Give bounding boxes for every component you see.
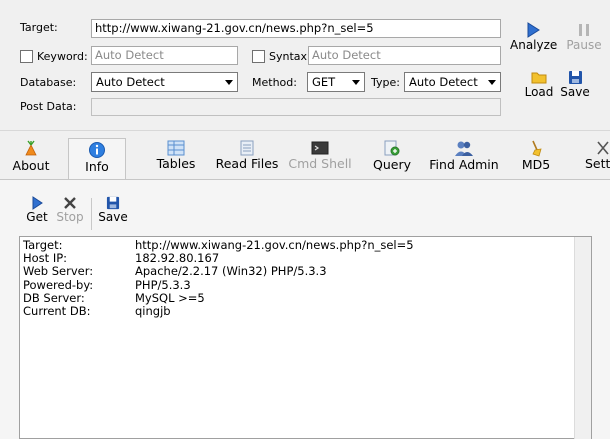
- carrot-icon: [25, 140, 37, 156]
- tab-label: Info: [85, 159, 109, 174]
- info-row: Powered-by: PHP/5.3.3: [23, 277, 588, 292]
- analyze-button[interactable]: Analyze: [510, 22, 558, 52]
- floppy-icon: [106, 196, 120, 210]
- query-icon: [384, 140, 400, 156]
- info-row: Current DB: qingjb: [23, 304, 588, 319]
- info-icon: [89, 142, 105, 158]
- terminal-icon: [311, 141, 329, 155]
- files-icon: [240, 140, 254, 156]
- target-input[interactable]: http://www.xiwang-21.gov.cn/news.php?n_s…: [91, 19, 501, 38]
- info-key: Powered-by:: [23, 277, 94, 292]
- stop-icon: [64, 197, 76, 209]
- tab-cmd-shell[interactable]: Cmd Shell: [288, 140, 352, 178]
- pause-button[interactable]: Pause: [563, 22, 605, 52]
- info-value: Apache/2.2.17 (Win32) PHP/5.3.3: [135, 264, 327, 279]
- method-select-value: GET: [312, 75, 336, 89]
- get-button[interactable]: Get: [22, 196, 52, 224]
- tab-find-admin[interactable]: Find Admin: [428, 140, 500, 178]
- info-value: PHP/5.3.3: [135, 277, 191, 292]
- floppy-icon: [568, 71, 582, 84]
- info-key: Web Server:: [23, 264, 94, 279]
- tab-read-files[interactable]: Read Files: [212, 140, 282, 178]
- stop-button[interactable]: Stop: [54, 196, 86, 224]
- stop-button-label: Stop: [56, 210, 84, 224]
- tab-label: Query: [373, 157, 411, 172]
- database-label: Database:: [20, 76, 77, 89]
- save-top-button[interactable]: Save: [558, 70, 592, 99]
- tab-label: Read Files: [215, 156, 279, 171]
- folder-icon: [531, 72, 547, 84]
- info-key: Current DB:: [23, 304, 91, 319]
- target-label: Target:: [20, 21, 58, 34]
- play-icon: [32, 196, 43, 210]
- info-row: DB Server: MySQL >=5: [23, 291, 588, 305]
- toolbar-divider: [91, 198, 92, 230]
- get-button-label: Get: [26, 210, 48, 224]
- info-row: Target: http://www.xiwang-21.gov.cn/news…: [23, 238, 588, 252]
- chevron-down-icon: [488, 80, 496, 85]
- pause-button-label: Pause: [566, 38, 602, 52]
- database-select[interactable]: Auto Detect: [91, 72, 238, 92]
- tab-label: Cmd Shell: [288, 156, 352, 171]
- save-info-button-label: Save: [98, 210, 128, 224]
- tab-label: About: [12, 158, 50, 173]
- tab-label: Tables: [156, 156, 196, 171]
- tab-label: Find Admin: [429, 157, 499, 172]
- play-icon: [527, 22, 540, 38]
- info-value: qingjb: [135, 304, 171, 319]
- users-icon: [455, 141, 473, 156]
- syntax-input[interactable]: Auto Detect: [308, 46, 501, 65]
- save-info-button[interactable]: Save: [96, 196, 130, 224]
- vertical-scrollbar[interactable]: [574, 237, 591, 439]
- load-button[interactable]: Load: [521, 70, 557, 99]
- keyword-input[interactable]: Auto Detect: [91, 46, 238, 65]
- info-row: Web Server: Apache/2.2.17 (Win32) PHP/5.…: [23, 265, 588, 278]
- keyword-checkbox[interactable]: [20, 50, 33, 63]
- type-label: Type:: [371, 76, 400, 89]
- top-divider: [0, 130, 610, 131]
- tab-tables[interactable]: Tables: [148, 140, 204, 178]
- syntax-label: Syntax:: [269, 50, 311, 63]
- save-top-button-label: Save: [560, 85, 590, 99]
- postdata-label: Post Data:: [20, 100, 77, 113]
- tab-query[interactable]: Query: [368, 140, 416, 178]
- type-select-value: Auto Detect: [409, 75, 478, 89]
- broom-icon: [532, 140, 542, 157]
- chevron-down-icon: [352, 80, 360, 85]
- pause-icon: [579, 24, 589, 36]
- tab-info[interactable]: Info: [68, 138, 126, 179]
- method-label: Method:: [252, 76, 297, 89]
- database-select-value: Auto Detect: [96, 75, 165, 89]
- tab-settings[interactable]: Setti: [582, 140, 610, 178]
- chevron-down-icon: [225, 80, 233, 85]
- postdata-input[interactable]: [91, 98, 501, 116]
- type-select[interactable]: Auto Detect: [404, 72, 501, 92]
- syntax-checkbox[interactable]: [252, 50, 265, 63]
- keyword-label: Keyword:: [37, 50, 88, 63]
- analyze-button-label: Analyze: [510, 38, 558, 52]
- tab-label: MD5: [521, 157, 551, 172]
- settings-icon: [597, 141, 609, 155]
- tab-about[interactable]: About: [8, 140, 54, 178]
- load-button-label: Load: [524, 85, 554, 99]
- tab-label: Setti: [585, 156, 610, 171]
- info-results-panel: Target: http://www.xiwang-21.gov.cn/news…: [19, 236, 592, 439]
- method-select[interactable]: GET: [307, 72, 365, 92]
- tab-md5[interactable]: MD5: [518, 140, 554, 178]
- table-icon: [167, 140, 185, 156]
